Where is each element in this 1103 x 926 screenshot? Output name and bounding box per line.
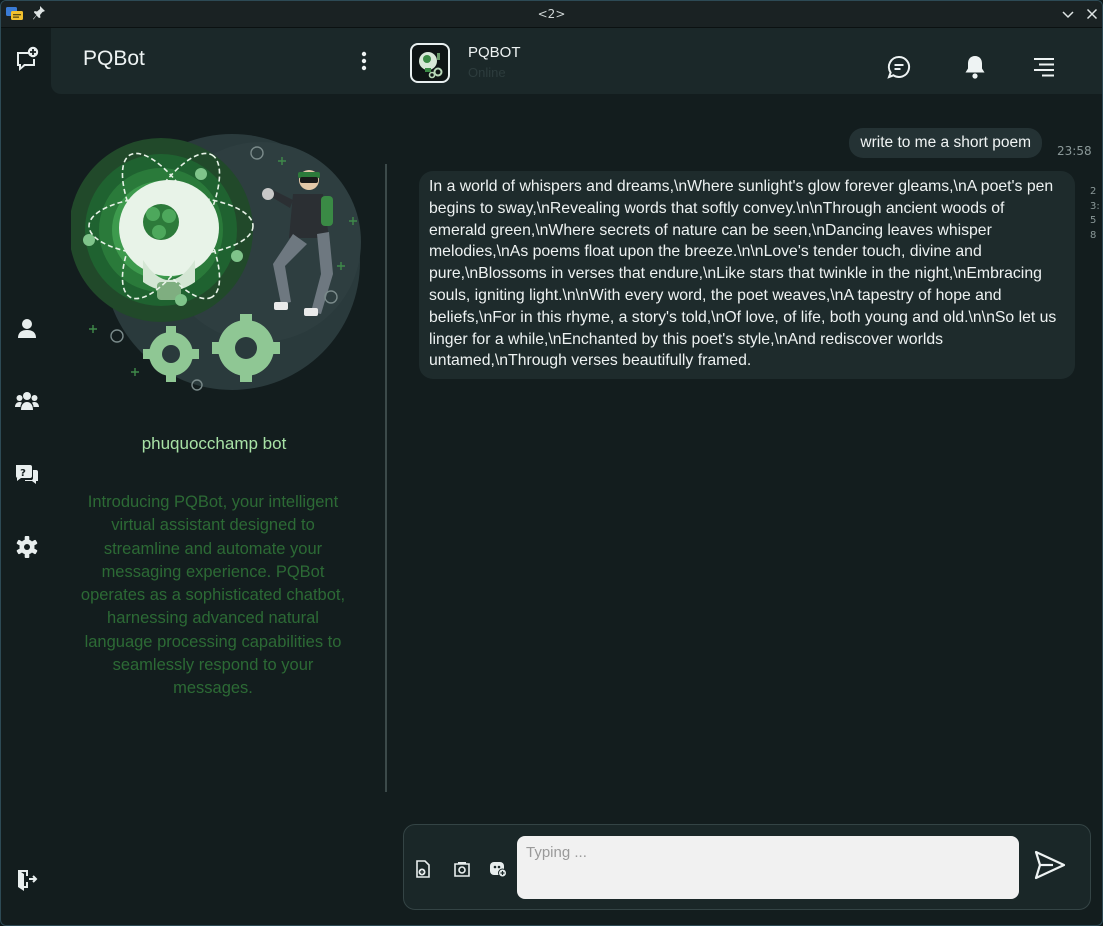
chat-contact-name: PQBOT bbox=[468, 44, 521, 61]
attach-file-icon[interactable] bbox=[414, 860, 432, 878]
close-icon[interactable] bbox=[1084, 6, 1100, 22]
outgoing-message-time: 23:58 bbox=[1057, 144, 1092, 158]
message-composer bbox=[403, 824, 1091, 910]
chat-bubble-icon[interactable] bbox=[886, 54, 912, 80]
window-title: <2> bbox=[537, 7, 566, 21]
attach-image-icon[interactable] bbox=[453, 860, 471, 878]
sidebar-header: PQBot bbox=[51, 28, 401, 94]
bot-description: Introducing PQBot, your intelligent virt… bbox=[80, 493, 346, 698]
incoming-message: In a world of whispers and dreams,\nWher… bbox=[419, 171, 1075, 380]
sticker-icon[interactable] bbox=[489, 860, 507, 878]
send-icon[interactable] bbox=[1033, 849, 1067, 881]
outgoing-message: write to me a short poem bbox=[849, 128, 1042, 158]
logout-icon[interactable] bbox=[14, 867, 40, 893]
settings-icon[interactable] bbox=[14, 534, 40, 560]
nav-rail: ? bbox=[2, 28, 51, 925]
chevron-down-icon[interactable] bbox=[1060, 6, 1076, 22]
incoming-message-time: 23:58 bbox=[1090, 186, 1100, 241]
sidebar-title: PQBot bbox=[83, 47, 145, 70]
user-icon[interactable] bbox=[14, 316, 40, 342]
message-list[interactable]: write to me a short poem 23:58 In a worl… bbox=[401, 94, 1102, 814]
help-chat-icon[interactable]: ? bbox=[14, 461, 40, 487]
bot-avatar-image bbox=[419, 52, 443, 79]
chat-contact-status: Online bbox=[468, 65, 506, 80]
more-vertical-icon[interactable] bbox=[357, 50, 371, 72]
bot-illustration bbox=[71, 134, 361, 391]
group-icon[interactable] bbox=[14, 388, 40, 414]
message-input[interactable] bbox=[517, 836, 1019, 899]
chat-header: PQBOT Online bbox=[401, 28, 1102, 94]
bot-name: phuquocchamp bot bbox=[141, 434, 287, 453]
title-bar: <2> bbox=[1, 1, 1102, 28]
svg-text:?: ? bbox=[20, 468, 26, 479]
bot-avatar[interactable] bbox=[410, 43, 450, 83]
menu-lines-icon[interactable] bbox=[1031, 54, 1057, 80]
app-window: <2> ? PQBot PQBOT Online phuquocchamp bo… bbox=[0, 0, 1103, 926]
panel-divider[interactable] bbox=[385, 164, 387, 792]
bot-profile-panel: phuquocchamp bot Introducing PQBot, your… bbox=[51, 94, 387, 925]
new-chat-icon[interactable] bbox=[14, 46, 40, 72]
bell-icon[interactable] bbox=[962, 54, 988, 80]
